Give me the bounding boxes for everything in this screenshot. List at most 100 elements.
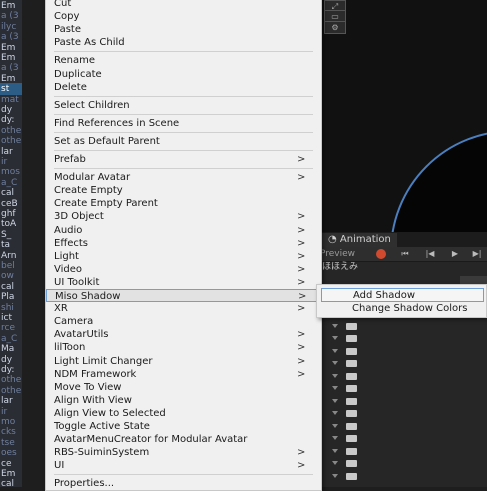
expand-arrow-icon[interactable] — [332, 336, 338, 340]
menu-item-avatarutils[interactable]: AvatarUtils > — [46, 328, 321, 341]
menu-item-label: Cut — [54, 0, 72, 9]
expand-arrow-icon[interactable] — [332, 348, 338, 353]
transform-tool-icon[interactable]: ⚙ — [324, 21, 346, 34]
menu-item-miso-shadow[interactable]: Miso Shadow > — [46, 289, 321, 302]
menu-item-label: Duplicate — [54, 68, 102, 80]
menu-item-effects[interactable]: Effects > — [46, 237, 321, 250]
folder-icon — [346, 335, 357, 342]
menu-item-ndm-framework[interactable]: NDM Framework > — [46, 368, 321, 381]
submenu-arrow-icon: > — [297, 329, 306, 341]
prev-keyframe-icon[interactable]: |◀ — [423, 249, 437, 259]
next-keyframe-icon[interactable]: ▶| — [470, 249, 484, 259]
tab-animation[interactable]: ◔ Animation — [322, 233, 397, 247]
expand-arrow-icon[interactable] — [332, 323, 338, 328]
folder-icon — [346, 460, 357, 467]
submenu-arrow-icon: > — [297, 224, 306, 236]
menu-item-label: Create Empty — [54, 185, 123, 197]
menu-item-set-as-default-parent[interactable]: Set as Default Parent — [46, 135, 321, 148]
menu-item-modular-avatar[interactable]: Modular Avatar > — [46, 171, 321, 184]
menu-item-label: UI — [54, 460, 65, 472]
menu-item-audio[interactable]: Audio > — [46, 224, 321, 237]
menu-item-rename[interactable]: Rename — [46, 54, 321, 67]
menu-item-paste[interactable]: Paste — [46, 23, 321, 36]
menu-item-rbs-suiminsystem[interactable]: RBS-SuiminSystem > — [46, 446, 321, 459]
expand-arrow-icon[interactable] — [332, 423, 338, 428]
menu-item-toggle-active-state[interactable]: Toggle Active State — [46, 420, 321, 433]
menu-item-xr[interactable]: XR > — [46, 302, 321, 315]
menu-item-label: UI Toolkit — [54, 276, 100, 288]
expand-arrow-icon[interactable] — [332, 411, 338, 415]
menu-item-label: AvatarUtils — [54, 329, 109, 341]
hierarchy-panel: Em a (3 ilyc a (3 Em Em a (3 Em st mat dy dy: othe ot… — [0, 0, 22, 487]
expand-arrow-icon[interactable] — [332, 373, 338, 378]
menu-item-align-view-to-selected[interactable]: Align View to Selected — [46, 407, 321, 420]
menu-item-move-to-view[interactable]: Move To View — [46, 381, 321, 394]
menu-item-label: Camera — [54, 316, 94, 328]
menu-item-avatarmenucreator-for-modular-avatar[interactable]: AvatarMenuCreator for Modular Avatar — [46, 433, 321, 446]
folder-icon — [346, 360, 357, 367]
menu-item-find-references-in-scene[interactable]: Find References in Scene — [46, 117, 321, 130]
menu-item-label: Video — [54, 263, 83, 275]
expand-arrow-icon[interactable] — [332, 361, 338, 365]
menu-item-properties[interactable]: Properties... — [46, 477, 321, 490]
submenu-arrow-icon: > — [298, 291, 307, 302]
menu-separator — [54, 51, 313, 53]
menu-item-align-with-view[interactable]: Align With View — [46, 394, 321, 407]
menu-item-cut[interactable]: Cut — [46, 0, 321, 10]
expand-arrow-icon[interactable] — [332, 473, 338, 478]
menu-item-light-limit-changer[interactable]: Light Limit Changer > — [46, 355, 321, 368]
menu-separator — [54, 113, 313, 115]
menu-item-duplicate[interactable]: Duplicate — [46, 68, 321, 81]
menu-item-paste-as-child[interactable]: Paste As Child — [46, 36, 321, 49]
folder-icon — [346, 472, 357, 480]
menu-item-copy[interactable]: Copy — [46, 10, 321, 23]
menu-separator — [54, 474, 313, 476]
submenu-arrow-icon: > — [297, 355, 306, 367]
animation-tab-label: Animation — [339, 234, 391, 245]
menu-item-label: Set as Default Parent — [54, 135, 160, 147]
menu-item-label: AvatarMenuCreator for Modular Avatar — [54, 434, 248, 446]
preview-button[interactable]: Preview — [320, 247, 355, 261]
menu-item-label: Align With View — [54, 394, 132, 406]
menu-item-label: Move To View — [54, 381, 122, 393]
folder-icon — [346, 435, 357, 442]
animation-tab-icon: ◔ — [328, 234, 340, 245]
submenu-item-change-shadow-colors[interactable]: Change Shadow Colors — [321, 302, 484, 316]
submenu-arrow-icon: > — [297, 154, 306, 165]
submenu-item-add-shadow[interactable]: Add Shadow — [321, 288, 484, 302]
submenu-arrow-icon: > — [297, 250, 306, 262]
menu-item-delete[interactable]: Delete — [46, 81, 321, 94]
expand-arrow-icon[interactable] — [332, 386, 338, 390]
play-icon[interactable]: ▶ — [448, 249, 462, 259]
scene-view[interactable]: ⤢ ▭ ⚙ — [320, 0, 487, 232]
menu-item-create-empty[interactable]: Create Empty — [46, 184, 321, 197]
folder-icon — [346, 372, 357, 380]
expand-arrow-icon[interactable] — [332, 436, 338, 440]
menu-item-create-empty-parent[interactable]: Create Empty Parent — [46, 197, 321, 210]
menu-separator — [54, 131, 313, 133]
hierarchy-row[interactable]: cal — [0, 478, 22, 487]
record-icon[interactable] — [376, 249, 386, 259]
submenu-arrow-icon: > — [297, 460, 306, 472]
menu-item-liltoon[interactable]: lilToon > — [46, 341, 321, 354]
expand-arrow-icon[interactable] — [332, 448, 338, 453]
menu-item-light[interactable]: Light > — [46, 250, 321, 263]
menu-item-camera[interactable]: Camera — [46, 315, 321, 328]
clip-selector[interactable]: ほほえみ — [320, 261, 487, 274]
menu-separator — [54, 95, 313, 97]
menu-item-label: Paste — [54, 24, 81, 36]
menu-item-3d-object[interactable]: 3D Object > — [46, 210, 321, 223]
menu-item-ui[interactable]: UI > — [46, 459, 321, 472]
folder-icon — [346, 447, 357, 455]
menu-separator — [54, 168, 313, 170]
menu-item-ui-toolkit[interactable]: UI Toolkit > — [46, 276, 321, 289]
expand-arrow-icon[interactable] — [332, 398, 338, 403]
menu-item-video[interactable]: Video > — [46, 263, 321, 276]
folder-icon — [346, 322, 357, 330]
menu-item-prefab[interactable]: Prefab > — [46, 153, 321, 166]
expand-arrow-icon[interactable] — [332, 461, 338, 465]
menu-item-label: Audio — [54, 224, 83, 236]
menu-item-select-children[interactable]: Select Children — [46, 99, 321, 112]
scene-object — [390, 130, 487, 232]
first-keyframe-icon[interactable]: ⏮ — [398, 249, 412, 259]
